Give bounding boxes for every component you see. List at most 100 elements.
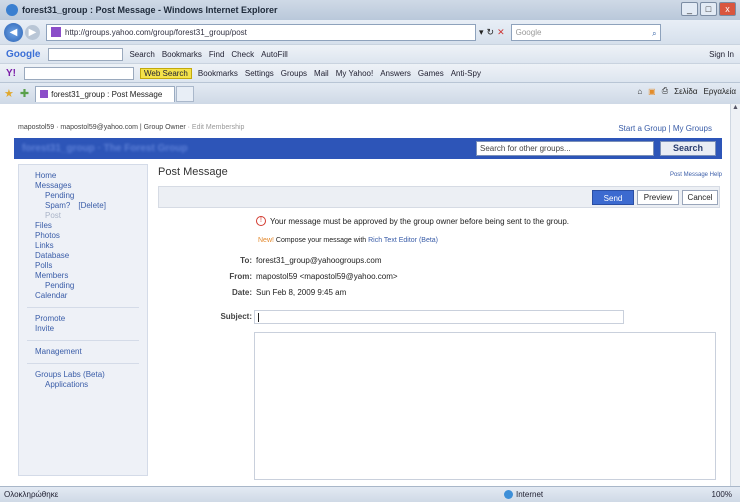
group-search-button[interactable]: Search [660,141,716,156]
message-body-textarea[interactable] [254,332,716,480]
preview-button[interactable]: Preview [637,190,679,205]
tab-title: forest31_group : Post Message [51,89,163,99]
address-bar-row: ◀ ▶ http://groups.yahoo.com/group/forest… [0,20,740,44]
sidebar-item-groups-labs[interactable]: Groups Labs (Beta) [19,370,147,380]
yahoo-anti-spy[interactable]: Anti-Spy [451,69,481,78]
post-message-panel: Post Message Post Message Help Send Prev… [156,164,722,480]
sidebar-item-members[interactable]: Members [19,271,147,281]
edit-membership-link[interactable]: · Edit Membership [186,124,245,131]
close-button[interactable]: x [719,2,736,16]
yahoo-bookmarks[interactable]: Bookmarks [198,69,238,78]
web-search-button[interactable]: Web Search [140,67,192,79]
to-label: To: [240,256,252,265]
browser-window: forest31_group : Post Message - Windows … [0,0,740,502]
tools-menu[interactable]: Εργαλεία [704,87,736,96]
yahoo-search-input[interactable] [24,66,134,80]
new-tab-button[interactable] [176,85,195,102]
sidebar-item-files[interactable]: Files [19,221,147,231]
tab-current[interactable]: forest31_group : Post Message [35,85,176,102]
sidebar-item-delete[interactable]: [Delete] [78,201,106,211]
window-title: forest31_group : Post Message - Windows … [22,5,278,15]
sidebar-item-spam[interactable]: Spam? [45,201,70,211]
back-button[interactable]: ◀ [4,22,23,42]
maximize-button[interactable]: □ [700,2,717,16]
sidebar-item-applications[interactable]: Applications [19,380,147,390]
group-search-input[interactable]: Search for other groups... [476,141,654,156]
sidebar-item-invite[interactable]: Invite [19,324,147,334]
url-text: http://groups.yahoo.com/group/forest31_g… [65,27,247,37]
help-link[interactable]: Post Message Help [670,172,722,178]
user-info-line: mapostol59 · mapostol59@yahoo.com | Grou… [18,124,244,131]
page-menu[interactable]: Σελίδα [674,87,697,96]
group-sidebar: Home Messages Pending Spam? [Delete] Pos… [18,164,148,476]
yahoo-answers[interactable]: Answers [380,69,411,78]
forward-button[interactable]: ▶ [25,24,40,40]
window-controls: _ □ x [681,2,736,16]
notice-text: Your message must be approved by the gro… [270,216,570,226]
dropdown-icon[interactable]: ▾ [479,27,484,38]
yahoo-games[interactable]: Games [418,69,444,78]
group-title[interactable]: forest31_group · The Forest Group [22,143,188,154]
sidebar-item-database[interactable]: Database [19,251,147,261]
google-search-button[interactable]: Search [129,50,154,59]
feeds-icon[interactable]: ▣ [648,87,656,96]
vertical-scrollbar[interactable]: ▲ [730,104,740,486]
start-group-links[interactable]: Start a Group | My Groups [618,124,712,133]
stop-icon[interactable]: ✕ [497,27,505,38]
yahoo-logo: Y! [6,67,16,79]
tab-bar: ★ ✚ forest31_group : Post Message ⌂ ▣ ⎙ … [0,82,740,104]
date-value: Sun Feb 8, 2009 9:45 am [256,288,347,297]
sidebar-item-polls[interactable]: Polls [19,261,147,271]
zoom-level[interactable]: 100% [712,490,732,499]
send-button[interactable]: Send [592,190,634,205]
cancel-button[interactable]: Cancel [682,190,718,205]
add-favorites-icon[interactable]: ✚ [20,87,29,100]
favorites-star-icon[interactable]: ★ [4,87,14,100]
yahoo-groups[interactable]: Groups [281,69,307,78]
search-icon[interactable]: ⌕ [652,26,656,41]
refresh-icon[interactable]: ↻ [487,27,495,38]
sidebar-item-links[interactable]: Links [19,241,147,251]
sidebar-item-photos[interactable]: Photos [19,231,147,241]
address-bar[interactable]: http://groups.yahoo.com/group/forest31_g… [46,23,476,41]
sidebar-item-messages[interactable]: Messages [19,181,147,191]
browser-search-box[interactable]: Google ⌕ [510,23,661,41]
minimize-button[interactable]: _ [681,2,698,16]
sidebar-item-management[interactable]: Management [19,347,147,357]
google-sign-in[interactable]: Sign In [709,50,734,59]
new-badge: New! [258,237,274,244]
google-search-input[interactable] [48,47,124,61]
command-bar: ⌂ ▣ ⎙ Σελίδα Εργαλεία [637,86,736,96]
yahoo-settings[interactable]: Settings [245,69,274,78]
scroll-up-icon[interactable]: ▲ [731,104,740,114]
sidebar-item-home[interactable]: Home [19,171,147,181]
google-autofill[interactable]: AutoFill [261,50,288,59]
page-title: Post Message [158,166,228,178]
sidebar-divider [27,307,139,308]
status-bar: Ολοκληρώθηκε Internet 100% [0,486,740,502]
google-logo: Google [6,48,41,60]
subject-input[interactable] [254,310,624,324]
date-label: Date: [231,288,252,297]
zone-text: Internet [516,490,544,499]
sidebar-item-calendar[interactable]: Calendar [19,291,147,301]
favicon-icon [51,27,61,37]
google-find[interactable]: Find [209,50,225,59]
status-text: Ολοκληρώθηκε [4,490,59,499]
sidebar-item-pending[interactable]: Pending [19,191,147,201]
sidebar-item-promote[interactable]: Promote [19,314,147,324]
sidebar-item-members-pending[interactable]: Pending [19,281,147,291]
home-icon[interactable]: ⌂ [637,87,642,96]
tab-favicon-icon [40,90,49,98]
google-bookmarks[interactable]: Bookmarks [162,50,202,59]
print-icon[interactable]: ⎙ [662,86,668,96]
title-bar: forest31_group : Post Message - Windows … [0,0,740,20]
yahoo-mail[interactable]: Mail [314,69,329,78]
group-banner: forest31_group · The Forest Group Search… [14,138,722,159]
google-check[interactable]: Check [231,50,254,59]
yahoo-my-yahoo[interactable]: My Yahoo! [336,69,374,78]
rich-text-editor-link[interactable]: Rich Text Editor (Beta) [368,237,438,244]
from-value[interactable]: mapostol59 <mapostol59@yahoo.com> [256,272,398,281]
ie-logo-icon [6,4,18,16]
rte-promo: New! Compose your message with Rich Text… [258,237,438,244]
